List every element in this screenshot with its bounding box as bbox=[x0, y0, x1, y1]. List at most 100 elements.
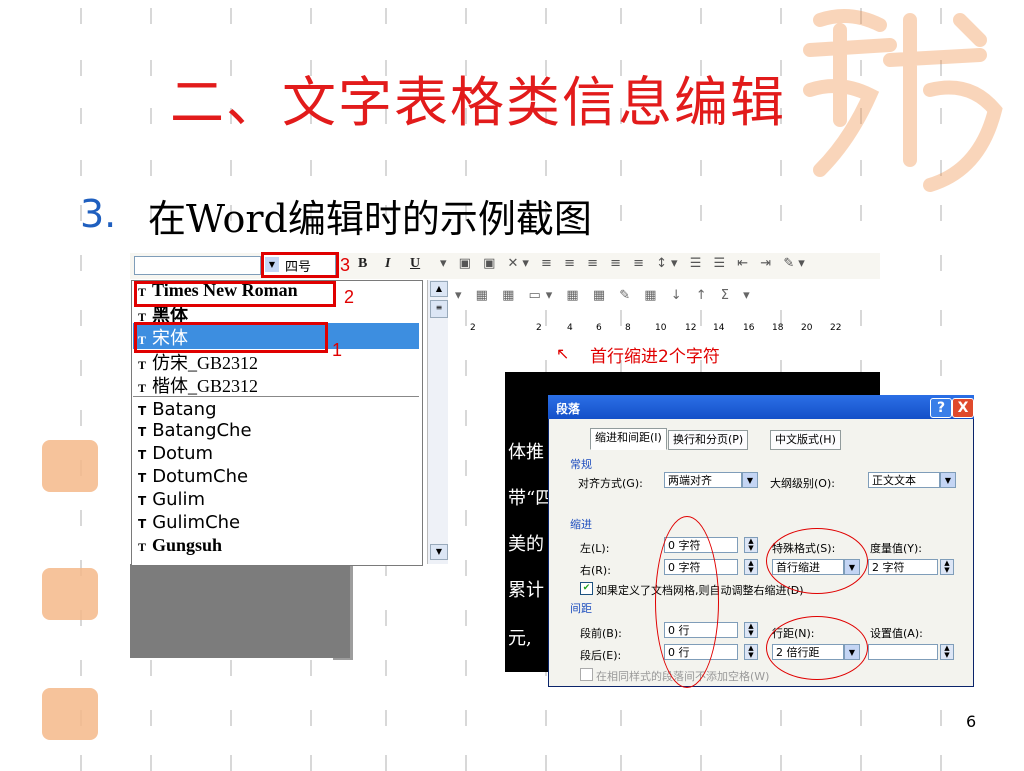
font-list-item-label: DotumChe bbox=[152, 466, 249, 487]
annotation-2: 2 bbox=[344, 287, 355, 307]
font-list-item[interactable]: T 楷体_GB2312 bbox=[138, 372, 258, 398]
background-dash bbox=[80, 310, 82, 326]
table-toolbar-icons[interactable]: ▾ ▦ ▦ ▭▾ ▦ ▦ ✎ ▦ ↓ ↑ Σ ▾ bbox=[455, 288, 755, 303]
background-dash bbox=[700, 160, 702, 176]
background-dash bbox=[80, 510, 82, 526]
background-dash bbox=[620, 710, 622, 726]
close-button[interactable]: X bbox=[952, 398, 974, 418]
truetype-icon: T bbox=[138, 517, 147, 531]
spinner-icon[interactable]: ▲ ▼ bbox=[744, 537, 758, 553]
chevron-down-icon[interactable]: ▼ bbox=[940, 472, 956, 488]
highlight-ellipse bbox=[766, 616, 868, 680]
scroll-thumb[interactable]: ≡ bbox=[430, 300, 448, 318]
ruler-tick-label: 20 bbox=[801, 323, 813, 333]
grid-checkbox[interactable]: ✔ bbox=[580, 582, 593, 595]
ruler-tick-label: 2 bbox=[470, 323, 476, 333]
scroll-up-icon[interactable]: ▲ bbox=[430, 281, 448, 297]
background-dash bbox=[940, 360, 942, 376]
background-dash bbox=[150, 60, 152, 76]
background-dash bbox=[700, 205, 702, 221]
font-list-item-label: Gulim bbox=[152, 489, 206, 510]
tab-asian-typography[interactable]: 中文版式(H) bbox=[770, 430, 841, 450]
background-dash bbox=[310, 710, 312, 726]
alignment-select[interactable]: 两端对齐 bbox=[664, 472, 742, 488]
background-dash bbox=[80, 360, 82, 376]
font-list-item-label: Dotum bbox=[152, 443, 214, 464]
font-list-item-label: Batang bbox=[152, 399, 217, 420]
font-list-item-label: 仿宋_GB2312 bbox=[152, 353, 259, 373]
font-list-item[interactable]: T Dotum bbox=[138, 443, 213, 464]
small-seal-stamp bbox=[42, 568, 98, 620]
truetype-icon: T bbox=[138, 425, 147, 439]
background-dash bbox=[80, 755, 82, 771]
background-dash bbox=[545, 8, 547, 24]
font-name-input[interactable] bbox=[134, 256, 261, 275]
spinner-icon[interactable]: ▲ ▼ bbox=[744, 622, 758, 638]
background-dash bbox=[80, 255, 82, 271]
background-dash bbox=[620, 8, 622, 24]
background-dash bbox=[465, 8, 467, 24]
background-dash bbox=[545, 755, 547, 771]
background-dash bbox=[310, 660, 312, 676]
background-dash bbox=[940, 710, 942, 726]
scrollbar[interactable] bbox=[427, 280, 448, 564]
background-dash bbox=[385, 710, 387, 726]
highlight-ellipse bbox=[766, 528, 868, 594]
tab-indent-spacing[interactable]: 缩进和间距(I) bbox=[590, 428, 667, 450]
outline-level-select[interactable]: 正文文本 bbox=[868, 472, 940, 488]
scroll-down-icon[interactable]: ▼ bbox=[430, 544, 448, 560]
font-list-item-label: GulimChe bbox=[152, 512, 241, 533]
background-dash bbox=[310, 755, 312, 771]
spinner-icon[interactable]: ▲ ▼ bbox=[744, 644, 758, 660]
background-dash bbox=[80, 108, 82, 124]
no-space-checkbox[interactable] bbox=[580, 668, 593, 681]
italic-button[interactable]: I bbox=[385, 256, 390, 272]
background-dash bbox=[80, 160, 82, 176]
font-list-item[interactable]: T Gungsuh bbox=[138, 535, 222, 556]
background-dash bbox=[700, 755, 702, 771]
background-dash bbox=[700, 710, 702, 726]
alignment-label: 对齐方式(G): bbox=[578, 477, 643, 490]
indent-section-label: 缩进 bbox=[570, 518, 592, 531]
background-dash bbox=[940, 310, 942, 326]
ruler[interactable]: 2 2 4 6 8 10 12 14 16 18 20 22 bbox=[450, 320, 880, 340]
font-list-item[interactable]: T Gulim bbox=[138, 489, 205, 510]
background-dash bbox=[860, 205, 862, 221]
spinner-icon[interactable]: ▲ ▼ bbox=[940, 644, 954, 660]
highlight-font-size bbox=[261, 252, 339, 278]
font-list-item[interactable]: T DotumChe bbox=[138, 466, 248, 487]
bold-button[interactable]: B bbox=[358, 256, 367, 272]
background-dash bbox=[465, 560, 467, 576]
spinner-icon[interactable]: ▲ ▼ bbox=[744, 559, 758, 575]
font-list-item[interactable]: T Batang bbox=[138, 399, 217, 420]
background-dash bbox=[940, 255, 942, 271]
measure-input[interactable]: 2 字符 bbox=[868, 559, 938, 575]
underline-button[interactable]: U bbox=[410, 256, 420, 272]
ruler-tick-label: 18 bbox=[772, 323, 784, 333]
chevron-down-icon[interactable]: ▼ bbox=[742, 472, 758, 488]
background-dash bbox=[780, 755, 782, 771]
document-text-line: 带“四 bbox=[508, 488, 554, 509]
spacing-section-label: 间距 bbox=[570, 602, 592, 615]
background-dash bbox=[465, 460, 467, 476]
setting-input[interactable] bbox=[868, 644, 938, 660]
ruler-tick-label: 16 bbox=[743, 323, 755, 333]
font-list-item[interactable]: T BatangChe bbox=[138, 420, 252, 441]
spinner-icon[interactable]: ▲ ▼ bbox=[940, 559, 954, 575]
background-dash bbox=[150, 660, 152, 676]
truetype-icon: T bbox=[138, 358, 147, 372]
highlight-ellipse bbox=[655, 516, 719, 688]
background-dash bbox=[80, 660, 82, 676]
background-dash bbox=[465, 410, 467, 426]
setting-label: 设置值(A): bbox=[870, 627, 923, 640]
help-button[interactable]: ? bbox=[930, 398, 952, 418]
background-dash bbox=[620, 160, 622, 176]
small-seal-stamp bbox=[42, 440, 98, 492]
tab-line-page-breaks[interactable]: 换行和分页(P) bbox=[668, 430, 749, 450]
document-text-line: 累计 bbox=[508, 580, 544, 601]
toolbar-icon-row[interactable]: ▾ ▣ ▣ ✕▾ ≡ ≡ ≡ ≡ ≡ ↕▾ ☰ ☰ ⇤ ⇥ ✎▾ bbox=[440, 256, 809, 271]
small-seal-stamp bbox=[42, 688, 98, 740]
font-list-item[interactable]: T GulimChe bbox=[138, 512, 240, 533]
background-dash bbox=[385, 610, 387, 626]
truetype-icon: T bbox=[138, 404, 147, 418]
